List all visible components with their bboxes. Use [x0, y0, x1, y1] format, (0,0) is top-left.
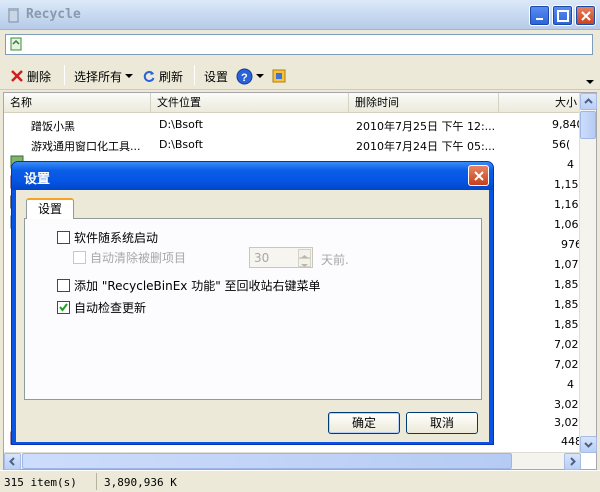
cell-deleted: 2010年7月24日 下午 05:...: [356, 140, 496, 153]
address-bar: [0, 31, 600, 58]
auto-clear-checkbox[interactable]: 自动清除被删项目: [73, 249, 186, 266]
horizontal-scrollbar[interactable]: [4, 452, 581, 470]
cell-location: D:\Bsoft: [159, 118, 203, 131]
auto-update-checkbox[interactable]: 自动检查更新: [57, 299, 146, 316]
table-row[interactable]: 游戏通用窗口化工具... D:\Bsoft 2010年7月24日 下午 05:.…: [4, 134, 582, 154]
address-input[interactable]: [5, 34, 593, 55]
settings-label: 设置: [204, 69, 229, 84]
days-stepper[interactable]: 30: [249, 247, 313, 268]
dropdown-arrow-icon: [125, 74, 134, 78]
auto-update-label: 自动检查更新: [74, 301, 147, 315]
days-value: 30: [254, 251, 270, 265]
close-icon: [581, 11, 591, 21]
chevron-right-icon: [570, 457, 576, 466]
minimize-icon: [536, 18, 543, 20]
col-location-header[interactable]: 文件位置: [151, 93, 349, 113]
toolbar-separator: [194, 65, 195, 85]
cell-size: 4: [567, 158, 574, 171]
scroll-up-button[interactable]: [580, 93, 597, 110]
scroll-down-button[interactable]: [580, 436, 597, 453]
col-deleted-header[interactable]: 删除时间: [349, 93, 499, 113]
status-total-size: 3,890,936 K: [104, 476, 177, 489]
minimize-button[interactable]: [529, 5, 550, 26]
maximize-button[interactable]: [552, 5, 573, 26]
cell-name: 游戏通用窗口化工具...: [31, 140, 141, 153]
chevron-down-icon: [301, 264, 308, 267]
dialog-body: 软件随系统启动 自动清除被删项目 30 天前. 添加 "RecycleBinEx…: [16, 190, 489, 442]
scroll-thumb[interactable]: [580, 111, 596, 139]
checkbox-box[interactable]: [73, 251, 86, 264]
svg-text:?: ?: [241, 72, 248, 84]
recycle-bin-icon: [8, 8, 19, 23]
window-title: Recycle: [26, 7, 81, 22]
tab-settings[interactable]: 设置: [26, 198, 74, 219]
settings-dialog: 设置 软件随系统启动 自动清除被删项目 30 天前. 添加 "RecycleBi…: [11, 161, 494, 445]
start-with-system-checkbox[interactable]: 软件随系统启动: [57, 229, 158, 246]
chevron-left-icon: [9, 457, 15, 466]
add-context-menu-checkbox[interactable]: 添加 "RecycleBinEx 功能" 至回收站右键菜单: [57, 277, 321, 294]
toolbar-chevron-icon[interactable]: [586, 79, 594, 85]
status-divider: [96, 473, 97, 490]
ok-button[interactable]: 确定: [328, 412, 400, 434]
toolbar: 删除 选择所有 刷新 设置 ?: [0, 60, 600, 90]
add-context-menu-label: 添加 "RecycleBinEx 功能" 至回收站右键菜单: [74, 279, 321, 293]
start-with-system-label: 软件随系统启动: [74, 231, 159, 245]
window-title-bar[interactable]: Recycle: [0, 0, 600, 30]
checkbox-box[interactable]: [57, 231, 70, 244]
chevron-down-icon: [584, 442, 593, 448]
check-icon: [59, 303, 68, 312]
dropdown-arrow-icon: [256, 74, 264, 78]
select-all-button[interactable]: 选择所有: [74, 67, 134, 85]
status-bar: 315 item(s) 3,890,936 K: [0, 470, 600, 492]
chevron-up-icon: [584, 98, 593, 104]
cell-deleted: 2010年7月25日 下午 12:...: [356, 120, 496, 133]
checkbox-box[interactable]: [57, 279, 70, 292]
dialog-title: 设置: [24, 172, 51, 187]
toolbar-separator: [64, 65, 65, 85]
checkbox-box-checked[interactable]: [57, 301, 70, 314]
scroll-right-button[interactable]: [564, 453, 581, 470]
delete-x-icon: [11, 70, 23, 82]
settings-button[interactable]: 设置: [204, 67, 228, 85]
help-button[interactable]: ?: [236, 67, 264, 85]
dialog-close-button[interactable]: [468, 165, 489, 186]
table-row[interactable]: 蹭饭小黑 D:\Bsoft 2010年7月25日 下午 12:... 9,840: [4, 114, 584, 134]
col-name-header[interactable]: 名称: [4, 93, 151, 113]
delete-button[interactable]: 删除: [10, 67, 51, 85]
close-icon: [474, 171, 484, 181]
select-all-label: 选择所有: [74, 69, 123, 84]
cell-size: 4: [567, 378, 574, 391]
vertical-scrollbar[interactable]: [579, 93, 597, 453]
recycle-icon: [10, 37, 22, 51]
refresh-icon: [143, 71, 155, 82]
help-icon: ?: [236, 68, 253, 84]
close-button[interactable]: [575, 5, 596, 26]
refresh-button[interactable]: 刷新: [142, 67, 183, 85]
status-item-count: 315 item(s): [4, 476, 77, 489]
notes-icon: [272, 69, 286, 83]
scroll-left-button[interactable]: [4, 453, 21, 470]
cell-name: 蹭饭小黑: [31, 120, 75, 133]
stepper-down-button[interactable]: [298, 258, 311, 267]
scroll-thumb-horizontal[interactable]: [22, 453, 512, 469]
refresh-label: 刷新: [159, 69, 184, 84]
auto-clear-label: 自动清除被删项目: [90, 251, 187, 265]
dialog-title-bar[interactable]: 设置: [12, 162, 493, 190]
delete-label: 删除: [27, 69, 52, 84]
cancel-button[interactable]: 取消: [406, 412, 478, 434]
col-size-header[interactable]: 大小: [499, 93, 582, 113]
about-button[interactable]: [272, 67, 286, 85]
list-header: 名称 文件位置 删除时间 大小: [4, 93, 582, 113]
cell-location: D:\Bsoft: [159, 138, 203, 151]
stepper-up-button[interactable]: [298, 249, 311, 258]
days-suffix: 天前.: [321, 253, 349, 267]
maximize-icon: [557, 10, 569, 22]
cell-size: 56(: [552, 138, 571, 151]
settings-tab-panel: 软件随系统启动 自动清除被删项目 30 天前. 添加 "RecycleBinEx…: [24, 218, 482, 400]
